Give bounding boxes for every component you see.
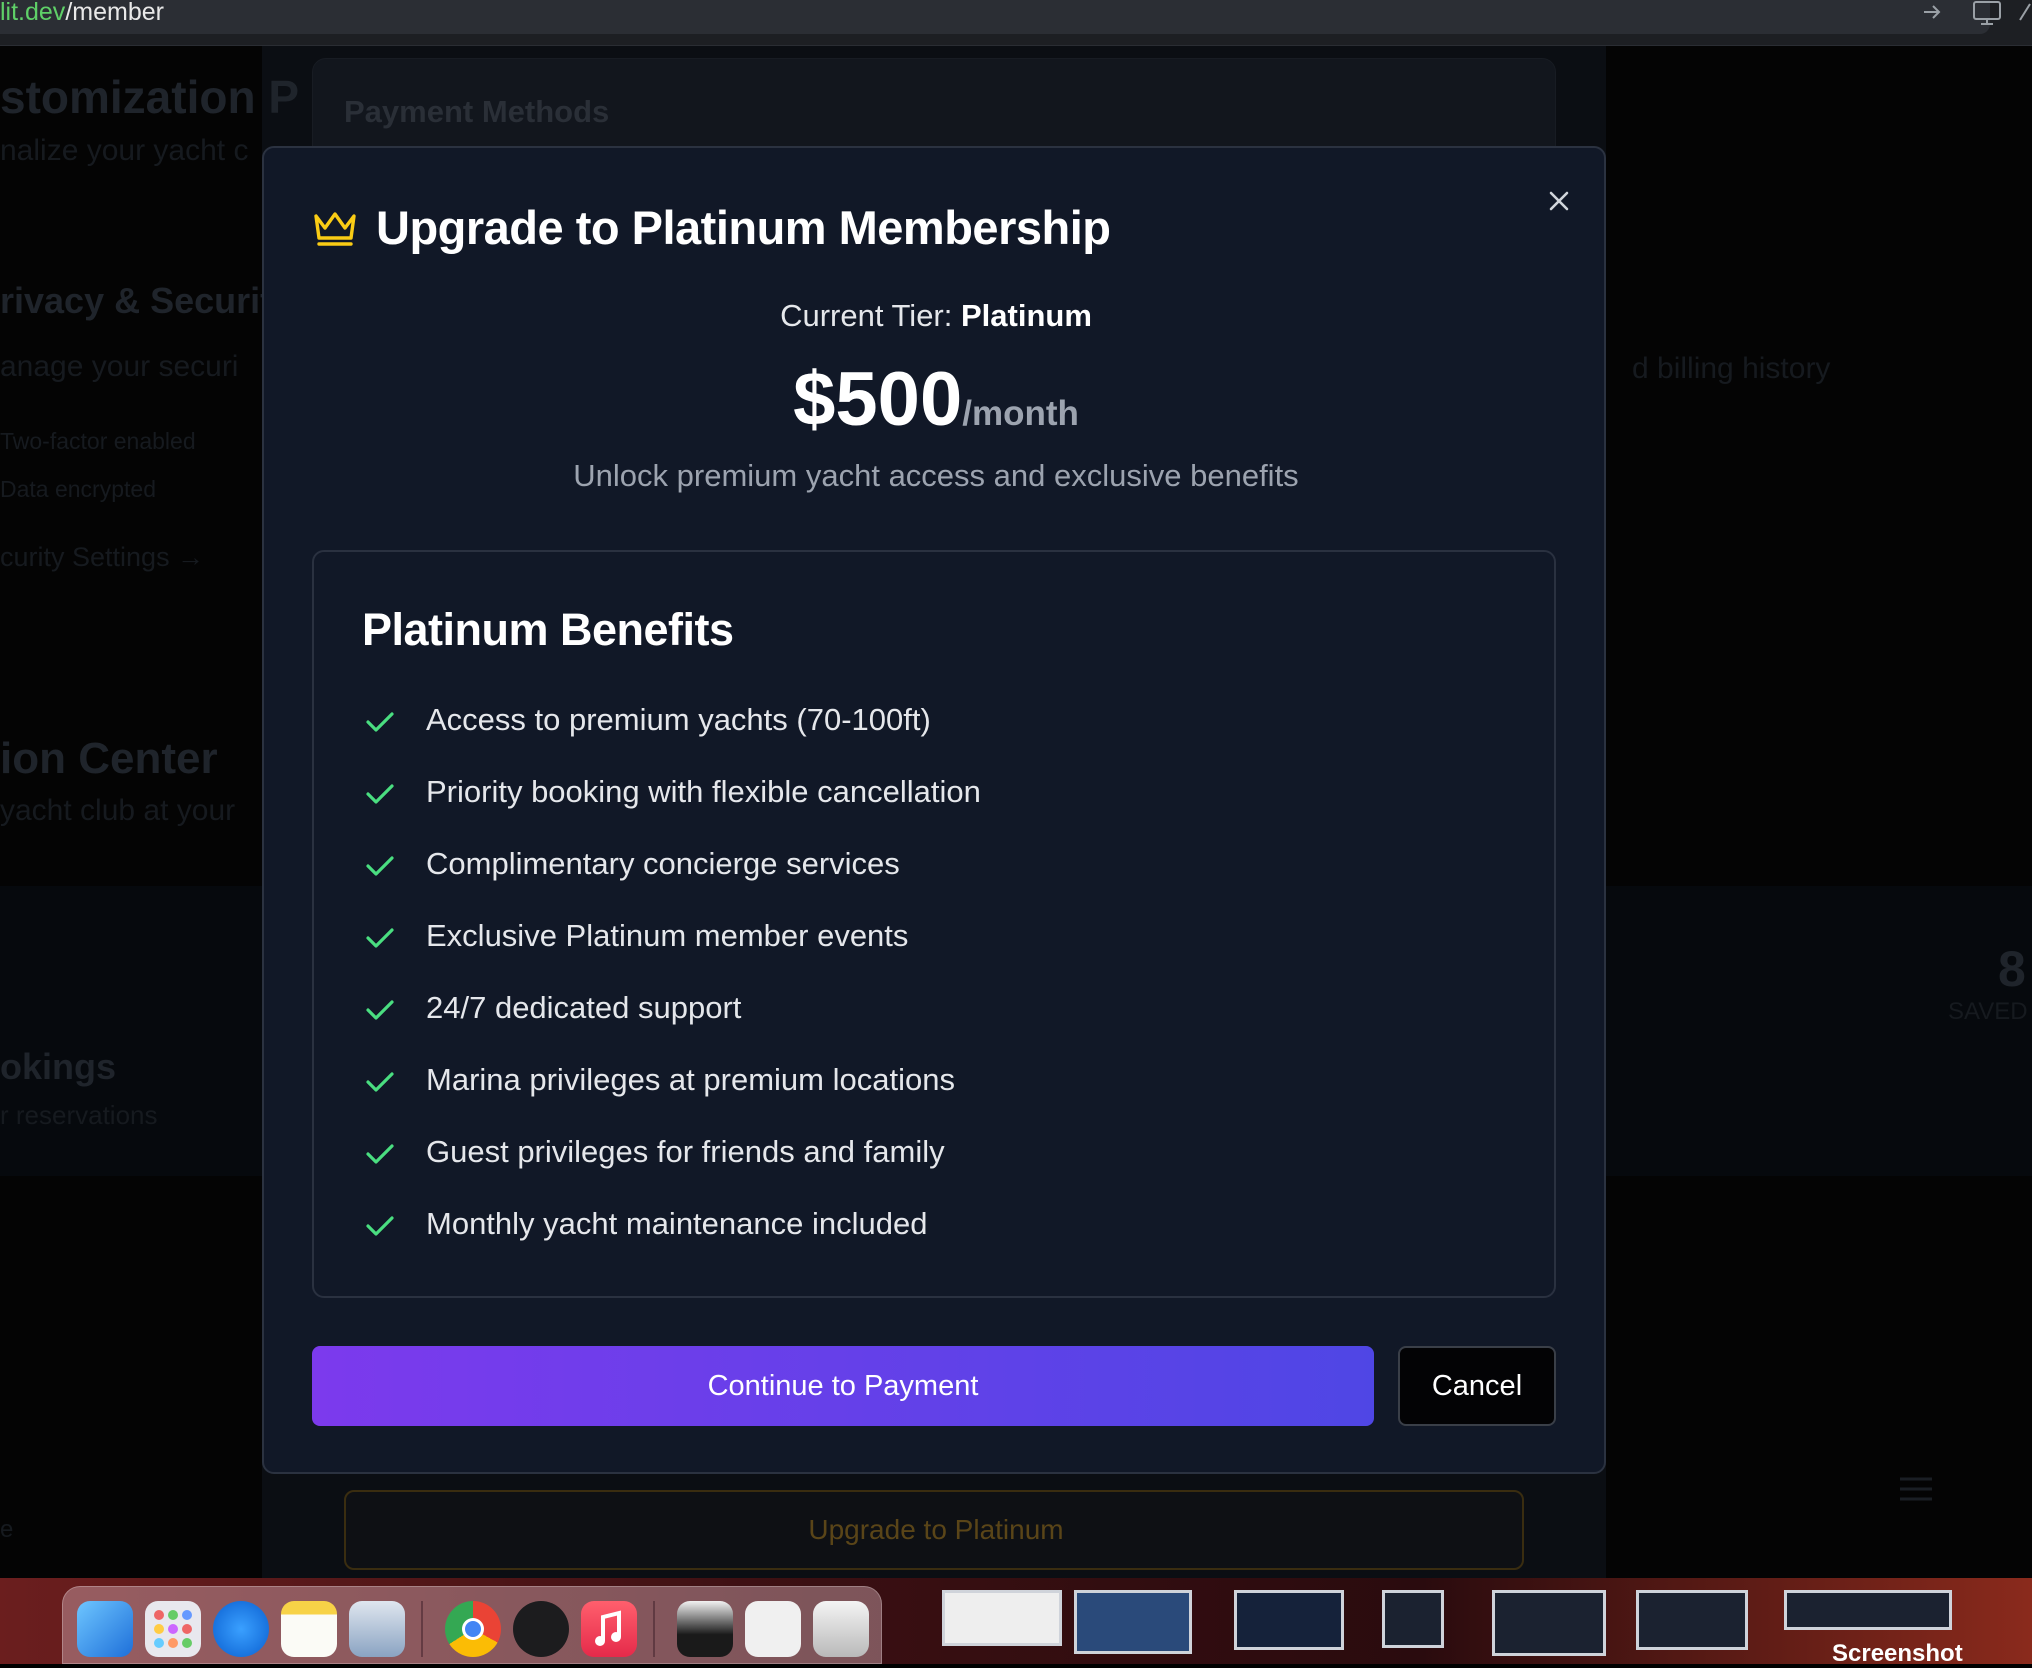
benefit-label: Monthly yacht maintenance included (426, 1206, 928, 1241)
launchpad-icon[interactable] (145, 1601, 201, 1657)
modal-title: Upgrade to Platinum Membership (376, 201, 1111, 254)
url-text: lit.dev/member (0, 0, 164, 27)
check-icon (366, 1216, 394, 1236)
benefit-item: Access to premium yachts (70-100ft) (362, 700, 1462, 744)
close-button[interactable] (1536, 178, 1582, 224)
current-tier-label: Current Tier: (780, 298, 953, 333)
window-thumbnail[interactable] (1382, 1590, 1444, 1648)
benefit-label: Complimentary concierge services (426, 846, 900, 881)
billing-history-text: d billing history (1632, 352, 1831, 385)
dock (62, 1586, 882, 1664)
saved-stat-label: SAVED (1948, 998, 2028, 1025)
benefit-item: Marina privileges at premium locations (362, 1060, 1462, 1104)
window-thumbnail[interactable] (1492, 1590, 1606, 1656)
benefit-label: Exclusive Platinum member events (426, 918, 909, 953)
price-amount: $500 (793, 357, 963, 442)
action-center-subtext: yacht club at your (0, 794, 236, 827)
benefit-label: Guest privileges for friends and family (426, 1134, 945, 1169)
check-icon (366, 1072, 394, 1092)
continue-to-payment-button[interactable]: Continue to Payment (312, 1346, 1374, 1426)
benefit-item: Complimentary concierge services (362, 844, 1462, 888)
benefit-item: Monthly yacht maintenance included (362, 1204, 1462, 1248)
sidebar-fragment: e (0, 1516, 14, 1543)
two-factor-status: Two-factor enabled (0, 428, 196, 454)
current-tier: Current Tier: Platinum (264, 298, 1608, 334)
payment-methods-title: Payment Methods (344, 94, 610, 129)
address-bar[interactable]: lit.dev/member (0, 0, 1990, 34)
cast-icon[interactable] (1972, 0, 2006, 30)
customization-subtext: nalize your yacht c (0, 134, 249, 167)
benefits-title: Platinum Benefits (362, 604, 734, 655)
extension-icon[interactable] (2018, 0, 2032, 30)
crown-icon (312, 208, 358, 248)
security-settings-link[interactable]: curity Settings → (0, 542, 204, 573)
check-icon (366, 1000, 394, 1020)
window-thumbnail[interactable] (942, 1590, 1062, 1646)
benefit-item: Priority booking with flexible cancellat… (362, 772, 1462, 816)
upgrade-modal: Upgrade to Platinum Membership Current T… (262, 146, 1606, 1474)
price: $500/month (264, 356, 1608, 443)
price-period: /month (962, 394, 1079, 433)
upgrade-to-platinum-button[interactable]: Upgrade to Platinum (344, 1490, 1524, 1570)
benefit-item: Guest privileges for friends and family (362, 1132, 1462, 1176)
check-icon (366, 712, 394, 732)
bookings-subtext: r reservations (0, 1100, 158, 1130)
benefit-item: 24/7 dedicated support (362, 988, 1462, 1032)
window-thumbnail[interactable] (1784, 1590, 1952, 1630)
benefit-label: 24/7 dedicated support (426, 990, 742, 1025)
benefit-label: Marina privileges at premium locations (426, 1062, 955, 1097)
customization-heading: stomization P (0, 71, 300, 123)
check-icon (366, 784, 394, 804)
url-path: /member (65, 0, 164, 26)
window-thumbnail[interactable] (1234, 1590, 1344, 1650)
check-icon (366, 1144, 394, 1164)
url-domain: lit.dev (0, 0, 66, 26)
dock-separator (653, 1601, 655, 1657)
saved-stat-value: 8 (1998, 941, 2026, 997)
finder-icon[interactable] (77, 1601, 133, 1657)
benefit-item: Exclusive Platinum member events (362, 916, 1462, 960)
activity-icon[interactable] (513, 1601, 569, 1657)
upgrade-to-platinum-label: Upgrade to Platinum (808, 1514, 1064, 1545)
notes-icon[interactable] (281, 1601, 337, 1657)
current-tier-value: Platinum (961, 298, 1092, 333)
privacy-heading: rivacy & Securit (0, 280, 273, 321)
arrow-right-icon[interactable] (1920, 0, 1950, 30)
chrome-icon[interactable] (445, 1601, 501, 1657)
action-center-heading: ion Center (0, 734, 218, 783)
benefit-label: Priority booking with flexible cancellat… (426, 774, 981, 809)
browser-toolbar: lit.dev/member (0, 0, 2032, 46)
keyboard-icon[interactable] (745, 1601, 801, 1657)
screen-icon[interactable] (677, 1601, 733, 1657)
preview-icon[interactable] (349, 1601, 405, 1657)
privacy-subtext: anage your securi (0, 350, 239, 383)
music-icon[interactable] (581, 1601, 637, 1657)
window-thumbnail[interactable] (1074, 1590, 1192, 1654)
trash-icon[interactable] (813, 1601, 869, 1657)
close-icon (1549, 191, 1569, 211)
safari-icon[interactable] (213, 1601, 269, 1657)
check-icon (366, 928, 394, 948)
modal-subtitle: Unlock premium yacht access and exclusiv… (573, 458, 1299, 493)
benefits-card: Platinum Benefits Access to premium yach… (312, 550, 1556, 1298)
menu-icon[interactable] (1898, 1474, 1934, 1504)
check-icon (366, 856, 394, 876)
encryption-status: Data encrypted (0, 476, 156, 502)
bookings-heading: okings (0, 1046, 117, 1087)
cancel-button[interactable]: Cancel (1398, 1346, 1556, 1426)
dock-separator (421, 1601, 423, 1657)
modal-header: Upgrade to Platinum Membership (312, 200, 1412, 260)
window-thumbnail[interactable] (1636, 1590, 1748, 1650)
benefit-label: Access to premium yachts (70-100ft) (426, 702, 931, 737)
